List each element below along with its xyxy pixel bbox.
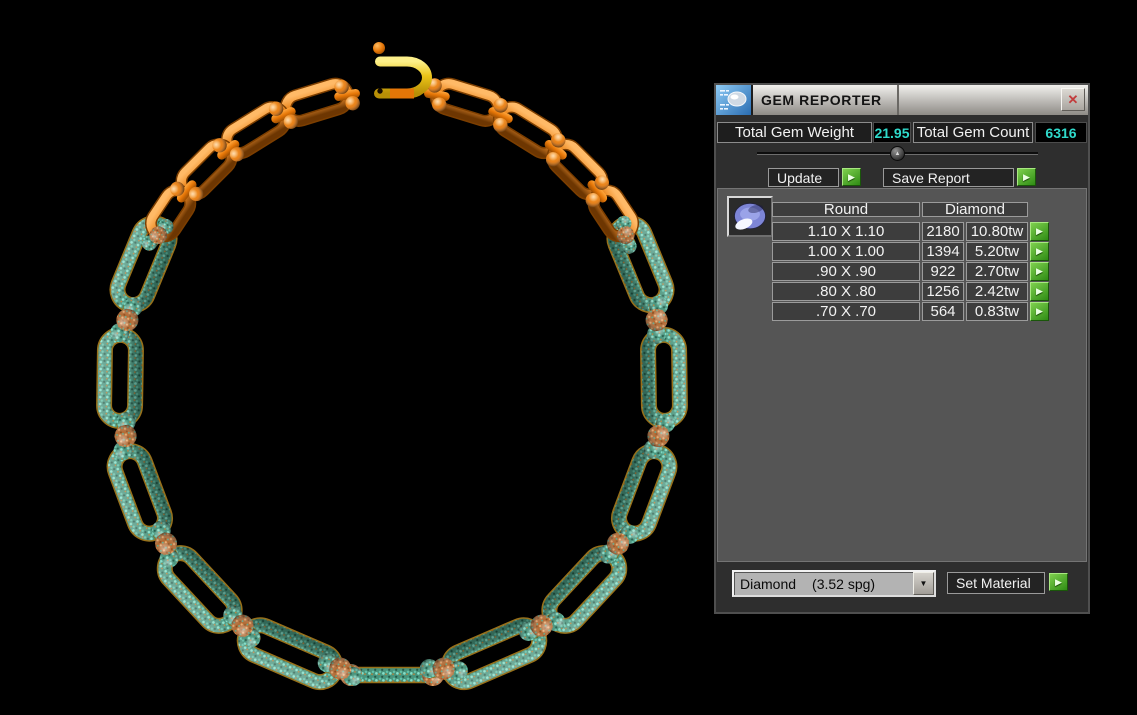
titlebar[interactable]: GEM REPORTER ✕ xyxy=(716,85,1088,115)
material-dropdown-value: Diamond xyxy=(740,576,796,592)
app-canvas: GEM REPORTER ✕ Total Gem Weight 21.95 To… xyxy=(0,0,1137,715)
gem-table-header: Round Diamond xyxy=(772,202,1049,217)
gem-reporter-window: GEM REPORTER ✕ Total Gem Weight 21.95 To… xyxy=(714,83,1090,614)
material-header-cell: Diamond xyxy=(922,202,1028,217)
gem-size-cell: .70 X .70 xyxy=(772,302,920,321)
gem-count-cell: 1394 xyxy=(922,242,964,261)
gem-weight-cell: 0.83tw xyxy=(966,302,1028,321)
gem-count-cell: 1256 xyxy=(922,282,964,301)
total-gem-count-value: 6316 xyxy=(1035,122,1087,143)
necklace-render xyxy=(0,0,720,715)
table-row: .80 X .8012562.42tw▶ xyxy=(772,282,1049,301)
set-material-run-button[interactable]: ▶ xyxy=(1049,573,1068,591)
row-run-button[interactable]: ▶ xyxy=(1030,222,1049,241)
dropdown-arrow-icon[interactable]: ▼ xyxy=(913,572,934,595)
shape-header-cell: Round xyxy=(772,202,920,217)
gem-size-cell: 1.10 X 1.10 xyxy=(772,222,920,241)
window-title: GEM REPORTER xyxy=(753,85,899,115)
total-gem-count-label: Total Gem Count xyxy=(913,122,1033,143)
gem-size-cell: .90 X .90 xyxy=(772,262,920,281)
gem-size-cell: 1.00 X 1.00 xyxy=(772,242,920,261)
save-report-button[interactable]: Save Report xyxy=(883,168,1014,187)
clasp xyxy=(373,42,427,94)
close-icon[interactable]: ✕ xyxy=(1061,88,1085,111)
clasp-pin-hole xyxy=(377,88,382,93)
material-dropdown-density: (3.52 spg) xyxy=(812,576,875,592)
round-gem-icon[interactable] xyxy=(727,196,773,237)
total-gem-weight-label: Total Gem Weight xyxy=(717,122,872,143)
gem-reporter-icon xyxy=(716,85,753,115)
table-row: .70 X .705640.83tw▶ xyxy=(772,302,1049,321)
gem-report-group: Round Diamond 1.10 X 1.10218010.80tw▶1.0… xyxy=(717,188,1087,562)
gem-weight-cell: 5.20tw xyxy=(966,242,1028,261)
row-run-button[interactable]: ▶ xyxy=(1030,302,1049,321)
gem-size-cell: .80 X .80 xyxy=(772,282,920,301)
gem-table-rows: 1.10 X 1.10218010.80tw▶1.00 X 1.0013945.… xyxy=(772,222,1049,321)
gem-weight-cell: 2.70tw xyxy=(966,262,1028,281)
row-run-button[interactable]: ▶ xyxy=(1030,242,1049,261)
detail-slider-handle[interactable]: ▲ xyxy=(890,146,905,161)
chain-links xyxy=(104,77,680,688)
table-row: 1.10 X 1.10218010.80tw▶ xyxy=(772,222,1049,241)
clasp-top-ball xyxy=(373,42,385,54)
set-material-button[interactable]: Set Material xyxy=(947,572,1045,594)
update-button[interactable]: Update xyxy=(768,168,839,187)
gem-count-cell: 564 xyxy=(922,302,964,321)
save-report-run-button[interactable]: ▶ xyxy=(1017,168,1036,186)
table-row: .90 X .909222.70tw▶ xyxy=(772,262,1049,281)
table-row: 1.00 X 1.0013945.20tw▶ xyxy=(772,242,1049,261)
update-run-button[interactable]: ▶ xyxy=(842,168,861,186)
gem-count-cell: 2180 xyxy=(922,222,964,241)
titlebar-drag-area[interactable]: ✕ xyxy=(899,85,1088,115)
gem-count-cell: 922 xyxy=(922,262,964,281)
row-run-button[interactable]: ▶ xyxy=(1030,282,1049,301)
gem-table: Round Diamond 1.10 X 1.10218010.80tw▶1.0… xyxy=(772,202,1049,322)
row-run-button[interactable]: ▶ xyxy=(1030,262,1049,281)
total-gem-weight-value: 21.95 xyxy=(873,122,911,143)
gem-weight-cell: 2.42tw xyxy=(966,282,1028,301)
material-dropdown[interactable]: Diamond (3.52 spg) ▼ xyxy=(732,570,936,597)
gem-weight-cell: 10.80tw xyxy=(966,222,1028,241)
